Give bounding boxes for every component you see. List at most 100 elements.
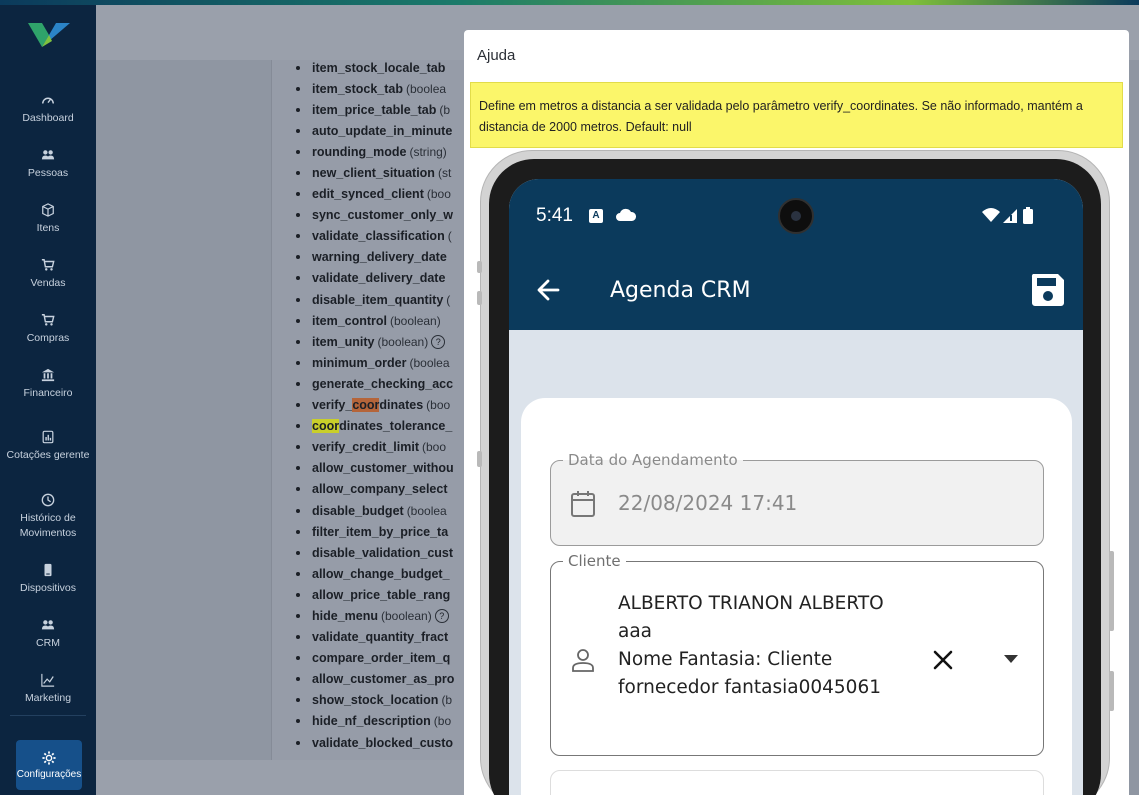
date-field[interactable]: Data do Agendamento 22/08/2024 17:41: [550, 451, 1044, 546]
phone-mockup: 5:41 A Agenda CRM Data do Agendamento 22…: [477, 150, 1114, 795]
parameter-type: (boolean): [381, 608, 432, 623]
parameter-name: hide_nf_description: [312, 714, 431, 729]
parameter-name: item_unity: [312, 334, 375, 349]
parameter-name: sync_customer_only_w: [312, 208, 454, 223]
next-field[interactable]: [550, 770, 1044, 795]
cart-icon: [40, 312, 56, 328]
parameter-item: validate_delivery_date: [296, 268, 466, 289]
parameter-type: (boo: [426, 398, 451, 413]
parameter-name: allow_customer_as_pro: [312, 672, 455, 687]
form-card: Data do Agendamento 22/08/2024 17:41 Cli…: [521, 398, 1072, 795]
bullet: [296, 339, 300, 344]
sidebar-item-label: Dashboard: [22, 111, 74, 124]
bank-icon: [40, 367, 56, 383]
sidebar-item-label: Compras: [26, 331, 70, 344]
sidebar-item-crm[interactable]: CRM: [0, 606, 96, 661]
bullet: [296, 171, 300, 176]
help-icon[interactable]: ?: [434, 608, 449, 623]
client-value: ALBERTO TRIANON ALBERTO aaa Nome Fantasi…: [618, 590, 918, 702]
sidebar-item-label: Marketing: [24, 691, 72, 704]
parameter-type: (boolea: [406, 81, 447, 96]
parameter-name: warning_delivery_date: [312, 250, 447, 265]
sidebar-item-pessoas[interactable]: Pessoas: [0, 136, 96, 191]
parameter-item: hide_menu (boolean)?: [296, 605, 466, 626]
parameter-name: disable_item_quantity: [312, 292, 444, 307]
bullet: [296, 656, 300, 661]
close-icon[interactable]: [931, 648, 955, 672]
help-modal: Ajuda Define em metros a distancia a ser…: [464, 30, 1129, 795]
parameter-name: validate_blocked_custo: [312, 735, 454, 750]
parameter-name: allow_company_select: [312, 482, 448, 497]
sidebar-item-label: Cotações gerente: [6, 449, 90, 461]
sidebar-item-label: Financeiro: [23, 386, 73, 399]
parameter-name-part: dinates: [379, 398, 424, 413]
bullet: [296, 403, 300, 408]
bullet: [296, 445, 300, 450]
phone-side-button: [477, 261, 482, 273]
phone-side-button: [477, 291, 482, 305]
sidebar-item-vendas[interactable]: Vendas: [0, 246, 96, 301]
sidebar-item-hist-rico-de-movimentos[interactable]: Histórico de Movimentos: [0, 481, 96, 551]
sidebar-item-compras[interactable]: Compras: [0, 301, 96, 356]
parameter-item: allow_customer_withou: [296, 458, 466, 479]
parameter-item: validate_quantity_fract: [296, 627, 466, 648]
people-icon: [40, 617, 56, 633]
phone-side-button: [1109, 671, 1114, 711]
parameter-type: (bo: [433, 714, 452, 729]
parameter-name: validate_quantity_fract: [312, 630, 449, 645]
save-icon[interactable]: [1029, 271, 1067, 309]
parameter-name: show_stock_location: [312, 693, 439, 708]
date-field-value: 22/08/2024 17:41: [618, 491, 798, 515]
parameter-type: (boolea: [406, 503, 447, 518]
parameter-name: item_price_table_tab: [312, 102, 437, 117]
sidebar-item-dispositivos[interactable]: Dispositivos: [0, 551, 96, 606]
phone-screen: 5:41 A Agenda CRM Data do Agendamento 22…: [509, 179, 1083, 795]
bullet: [296, 360, 300, 365]
parameter-type: (boo: [426, 187, 451, 202]
chevron-down-icon[interactable]: [1003, 654, 1019, 664]
parameter-item: allow_customer_as_pro: [296, 669, 466, 690]
status-time: 5:41: [536, 205, 573, 226]
sidebar-item-itens[interactable]: Itens: [0, 191, 96, 246]
bullet: [296, 698, 300, 703]
person-icon: [572, 649, 594, 672]
parameter-item: hide_nf_description (bo: [296, 711, 466, 732]
bullet: [296, 381, 300, 386]
sidebar-item-financeiro[interactable]: Financeiro: [0, 356, 96, 411]
sidebar-divider: [10, 715, 86, 716]
cloud-icon: [616, 208, 637, 221]
sidebar-item-marketing[interactable]: Marketing: [0, 661, 96, 716]
parameter-type: (boo: [422, 440, 447, 455]
parameter-name: item_stock_tab: [312, 81, 404, 96]
parameter-item: minimum_order (boolea: [296, 352, 466, 373]
parameter-name: minimum_order: [312, 355, 407, 370]
client-field-label: Cliente: [563, 552, 626, 570]
bullet: [296, 740, 300, 745]
sidebar-item-label: Itens: [36, 221, 60, 234]
parameter-type: (st: [437, 166, 452, 181]
parameter-item: allow_price_table_rang: [296, 584, 466, 605]
bullet: [296, 529, 300, 534]
sidebar-item-configuracoes[interactable]: Configurações: [16, 740, 82, 790]
parameter-item: edit_synced_client (boo: [296, 184, 466, 205]
client-field[interactable]: Cliente ALBERTO TRIANON ALBERTO aaa Nome…: [550, 552, 1044, 756]
sidebar-item-label: Histórico de Movimentos: [19, 511, 77, 539]
help-icon[interactable]: ?: [431, 334, 446, 349]
parameter-item: allow_change_budget_: [296, 563, 466, 584]
bullet: [296, 65, 300, 70]
parameter-name: new_client_situation: [312, 166, 435, 181]
sidebar-item-cota-es-gerente[interactable]: Cotações gerente: [0, 411, 96, 481]
chart-doc-icon: [40, 429, 56, 445]
bullet: [296, 571, 300, 576]
parameter-name: coordinates_tolerance_: [312, 419, 452, 434]
parameter-name: validate_classification: [312, 229, 445, 244]
bullet: [296, 149, 300, 154]
bullet: [296, 318, 300, 323]
parameter-type: (boolea: [409, 355, 450, 370]
sidebar-item-label: Vendas: [30, 276, 66, 289]
parameter-name: item_stock_locale_tab: [312, 60, 446, 75]
back-arrow-icon[interactable]: [534, 276, 562, 304]
sidebar-item-dashboard[interactable]: Dashboard: [0, 81, 96, 136]
parameter-name: rounding_mode: [312, 144, 407, 159]
parameter-type: (string): [409, 144, 447, 159]
